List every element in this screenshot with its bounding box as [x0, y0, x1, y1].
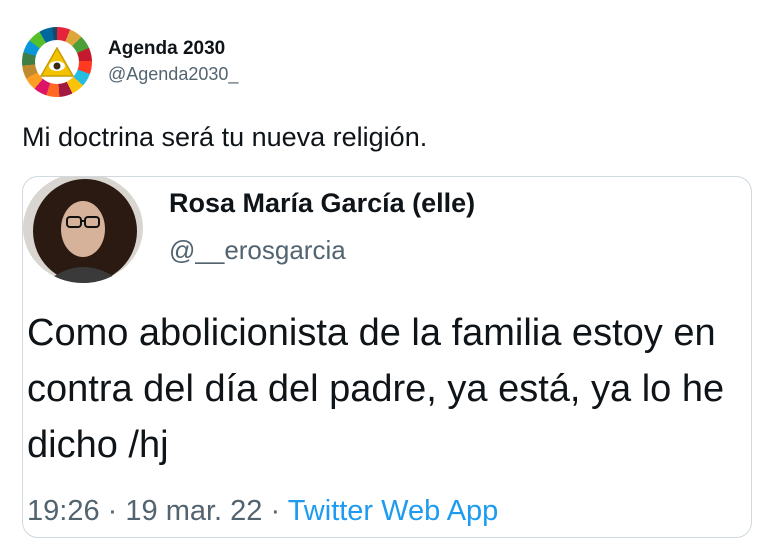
- meta-separator: ·: [270, 495, 281, 527]
- tweet-date[interactable]: 19 mar. 22: [125, 495, 262, 527]
- quoted-tweet[interactable]: Rosa María García (elle) @__erosgarcia C…: [22, 176, 752, 538]
- author-avatar[interactable]: [22, 27, 92, 97]
- quoted-tweet-text: Como abolicionista de la familia estoy e…: [27, 312, 725, 466]
- tweet-time[interactable]: 19:26: [27, 495, 100, 527]
- quoted-author-name[interactable]: Rosa María García (elle): [169, 185, 475, 221]
- quoted-tweet-meta: 19:26 · 19 mar. 22 · Twitter Web App: [27, 493, 498, 529]
- tweet-source-link[interactable]: Twitter Web App: [288, 495, 499, 527]
- quoted-author-handle[interactable]: @__erosgarcia: [169, 233, 346, 267]
- author-name[interactable]: Agenda 2030: [108, 37, 238, 61]
- tweet-header: Agenda 2030 @Agenda2030_: [22, 27, 238, 97]
- sdg-wheel-eye-icon: [35, 40, 79, 84]
- tweet-text: Mi doctrina será tu nueva religión.: [22, 122, 428, 152]
- author-handle[interactable]: @Agenda2030_: [108, 61, 238, 87]
- quoted-author-avatar[interactable]: [23, 177, 143, 283]
- meta-separator: ·: [107, 495, 118, 527]
